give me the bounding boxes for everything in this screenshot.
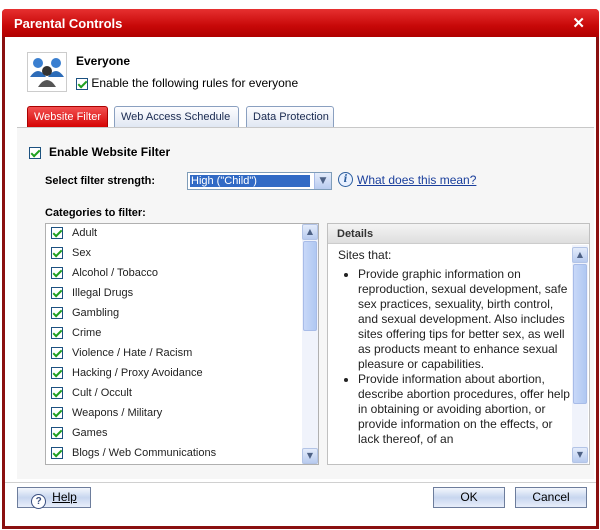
ok-button[interactable]: OK xyxy=(433,487,505,508)
filter-strength-label: Select filter strength: xyxy=(45,175,156,187)
cancel-button[interactable]: Cancel xyxy=(515,487,587,508)
details-panel: Details Sites that: Provide graphic info… xyxy=(327,223,590,465)
scrollbar-thumb[interactable] xyxy=(303,241,317,331)
scroll-up-icon[interactable]: ▲ xyxy=(572,247,588,263)
categories-label: Categories to filter: xyxy=(45,207,146,219)
chevron-down-icon[interactable]: ▼ xyxy=(314,173,331,189)
title-bar: Parental Controls ✕ xyxy=(2,9,599,37)
details-bullet: Provide information about abortion, desc… xyxy=(358,372,570,447)
details-intro: Sites that: xyxy=(338,248,392,262)
category-checkbox[interactable] xyxy=(51,307,63,320)
category-item[interactable]: Illegal Drugs xyxy=(46,284,318,304)
category-item[interactable]: Sex xyxy=(46,244,318,264)
category-label: Weapons / Military xyxy=(72,407,163,419)
category-item[interactable]: Gambling xyxy=(46,304,318,324)
category-item[interactable]: Adult xyxy=(46,224,318,244)
details-bullet: Provide graphic information on reproduct… xyxy=(358,267,570,372)
category-label: Sex xyxy=(72,247,91,259)
category-item[interactable]: Crime xyxy=(46,324,318,344)
what-does-this-mean-link[interactable]: What does this mean? xyxy=(357,173,476,187)
category-checkbox[interactable] xyxy=(51,387,63,400)
help-button[interactable]: ? Help xyxy=(17,487,91,509)
close-icon[interactable]: ✕ xyxy=(572,14,585,32)
categories-scrollbar[interactable]: ▲ ▼ xyxy=(302,224,318,464)
info-icon: i xyxy=(338,172,353,187)
category-label: Adult xyxy=(72,227,98,239)
scroll-down-icon[interactable]: ▼ xyxy=(302,448,318,464)
category-checkbox[interactable] xyxy=(51,367,63,380)
details-header: Details xyxy=(328,224,589,244)
enable-website-filter-checkbox[interactable] xyxy=(29,146,41,159)
website-filter-panel: Enable Website Filter Select filter stre… xyxy=(17,127,594,479)
category-checkbox[interactable] xyxy=(51,327,63,340)
tab-web-access-schedule[interactable]: Web Access Schedule xyxy=(114,106,239,128)
scroll-up-icon[interactable]: ▲ xyxy=(302,224,318,240)
enable-rules-checkbox-row[interactable]: Enable the following rules for everyone xyxy=(76,76,298,90)
category-checkbox[interactable] xyxy=(51,267,63,280)
category-label: Illegal Drugs xyxy=(72,287,134,299)
enable-rules-checkbox[interactable] xyxy=(76,77,88,90)
category-label: Violence / Hate / Racism xyxy=(72,347,193,359)
category-label: Cult / Occult xyxy=(72,387,132,399)
scrollbar-thumb[interactable] xyxy=(573,264,587,404)
category-label: Hacking / Proxy Avoidance xyxy=(72,367,203,379)
category-checkbox[interactable] xyxy=(51,347,63,360)
category-checkbox[interactable] xyxy=(51,227,63,240)
details-scrollbar[interactable]: ▲ ▼ xyxy=(572,245,588,464)
enable-rules-label: Enable the following rules for everyone xyxy=(91,76,299,90)
category-label: Gambling xyxy=(72,307,120,319)
help-label: Help xyxy=(52,490,77,504)
category-label: Alcohol / Tobacco xyxy=(72,267,159,279)
help-icon: ? xyxy=(31,494,47,509)
category-label: Crime xyxy=(72,327,102,339)
window-title: Parental Controls xyxy=(14,16,123,31)
parental-controls-dialog: Parental Controls ✕ Everyone Enable the … xyxy=(2,9,599,529)
categories-list: Adult Sex Alcohol / Tobacco Illegal Drugs Ga… xyxy=(45,223,319,465)
details-text: Sites that: Provide graphic information … xyxy=(338,248,570,447)
category-checkbox[interactable] xyxy=(51,427,63,440)
users-group-icon xyxy=(27,52,67,92)
category-item[interactable]: Hacking / Proxy Avoidance xyxy=(46,364,318,384)
category-item[interactable]: Games xyxy=(46,424,318,444)
category-item[interactable]: Alcohol / Tobacco xyxy=(46,264,318,284)
filter-strength-select[interactable]: High ("Child") ▼ xyxy=(187,172,332,190)
category-label: Blogs / Web Communications xyxy=(72,447,217,459)
enable-website-filter-row[interactable]: Enable Website Filter xyxy=(29,145,170,159)
filter-strength-value: High ("Child") xyxy=(190,175,310,187)
category-item[interactable]: Cult / Occult xyxy=(46,384,318,404)
category-checkbox[interactable] xyxy=(51,407,63,420)
tab-website-filter[interactable]: Website Filter xyxy=(27,106,108,128)
tab-data-protection[interactable]: Data Protection xyxy=(246,106,334,128)
user-name: Everyone xyxy=(76,54,131,68)
category-checkbox[interactable] xyxy=(51,287,63,300)
category-item[interactable]: Blogs / Web Communications xyxy=(46,444,318,464)
category-label: Games xyxy=(72,427,108,439)
enable-website-filter-label: Enable Website Filter xyxy=(49,145,171,159)
category-checkbox[interactable] xyxy=(51,247,63,260)
category-checkbox[interactable] xyxy=(51,447,63,460)
divider xyxy=(5,482,596,483)
scroll-down-icon[interactable]: ▼ xyxy=(572,447,588,463)
category-item[interactable]: Violence / Hate / Racism xyxy=(46,344,318,364)
category-item[interactable]: Weapons / Military xyxy=(46,404,318,424)
